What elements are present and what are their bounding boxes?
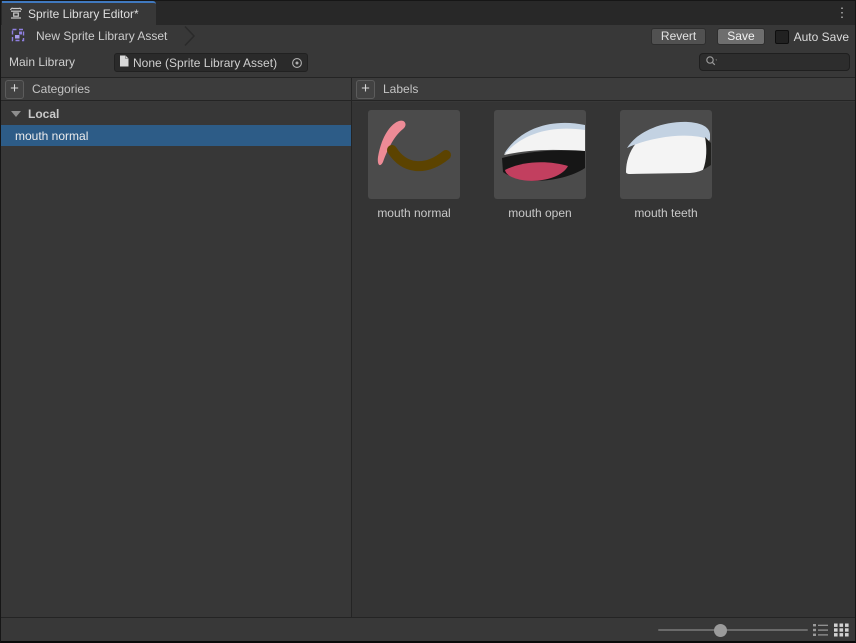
labels-panel: mouth normal mouth open mouth teeth — [352, 102, 855, 618]
sprite-thumbnail-mouth-open[interactable] — [494, 110, 586, 199]
local-foldout[interactable]: Local — [1, 102, 351, 125]
breadcrumb-label: New Sprite Library Asset — [36, 29, 168, 43]
label-caption: mouth open — [508, 206, 572, 220]
asset-file-icon — [119, 55, 129, 70]
sprite-thumbnail-mouth-normal[interactable] — [368, 110, 460, 199]
tab-bar: Sprite Library Editor* ⋮ — [1, 1, 855, 25]
object-field-value: None (Sprite Library Asset) — [133, 55, 278, 70]
label-cell-mouth-open[interactable]: mouth open — [494, 110, 586, 220]
label-caption: mouth teeth — [634, 206, 698, 220]
zoom-slider[interactable] — [658, 618, 808, 641]
overflow-menu-icon[interactable]: ⋮ — [833, 3, 851, 23]
label-caption: mouth normal — [377, 206, 451, 220]
category-item-label: mouth normal — [15, 128, 89, 143]
labels-grid: mouth normal mouth open mouth teeth — [368, 110, 712, 220]
search-field[interactable] — [699, 53, 850, 71]
foldout-arrow-icon — [11, 110, 21, 117]
main-library-row: Main Library None (Sprite Library Asset) — [1, 47, 855, 77]
sprite-thumbnail-mouth-teeth[interactable] — [620, 110, 712, 199]
bottom-bar — [1, 617, 855, 641]
revert-button[interactable]: Revert — [650, 28, 707, 45]
labels-header-label: Labels — [383, 82, 419, 96]
auto-save-label: Auto Save — [793, 29, 849, 44]
local-foldout-label: Local — [28, 106, 60, 121]
categories-header-label: Categories — [32, 82, 91, 96]
categories-panel-header: + Categories — [1, 77, 351, 101]
auto-save-checkbox[interactable] — [774, 29, 789, 44]
list-view-icon[interactable] — [813, 623, 828, 637]
labels-panel-header: + Labels — [352, 77, 855, 101]
main-library-label: Main Library — [9, 55, 76, 69]
save-button[interactable]: Save — [717, 28, 765, 45]
sprite-library-editor-window: Sprite Library Editor* ⋮ New Sprite Libr… — [0, 0, 856, 643]
add-category-button[interactable]: + — [5, 79, 24, 99]
zoom-slider-knob[interactable] — [713, 624, 727, 637]
grid-view-icon[interactable] — [834, 623, 849, 637]
sprite-library-asset-icon — [10, 27, 26, 46]
tab-title: Sprite Library Editor* — [28, 7, 139, 21]
label-cell-mouth-normal[interactable]: mouth normal — [368, 110, 460, 220]
toolbar: New Sprite Library Asset Revert Save Aut… — [1, 25, 855, 47]
zoom-slider-track[interactable] — [658, 629, 808, 631]
label-cell-mouth-teeth[interactable]: mouth teeth — [620, 110, 712, 220]
categories-panel: Local mouth normal — [1, 102, 351, 618]
main-library-object-field[interactable]: None (Sprite Library Asset) — [114, 53, 308, 72]
category-item-mouth-normal[interactable]: mouth normal — [1, 125, 351, 146]
search-input[interactable] — [723, 55, 849, 69]
sprite-library-editor-icon — [9, 6, 23, 23]
breadcrumb-chevron-icon — [184, 25, 196, 49]
tab-sprite-library-editor[interactable]: Sprite Library Editor* — [2, 1, 156, 25]
search-icon — [705, 55, 719, 70]
object-picker-icon[interactable] — [287, 54, 307, 71]
toolbar-right-group: Revert Save Auto Save — [650, 28, 849, 45]
add-label-button[interactable]: + — [356, 79, 375, 99]
breadcrumb[interactable]: New Sprite Library Asset — [10, 27, 167, 45]
